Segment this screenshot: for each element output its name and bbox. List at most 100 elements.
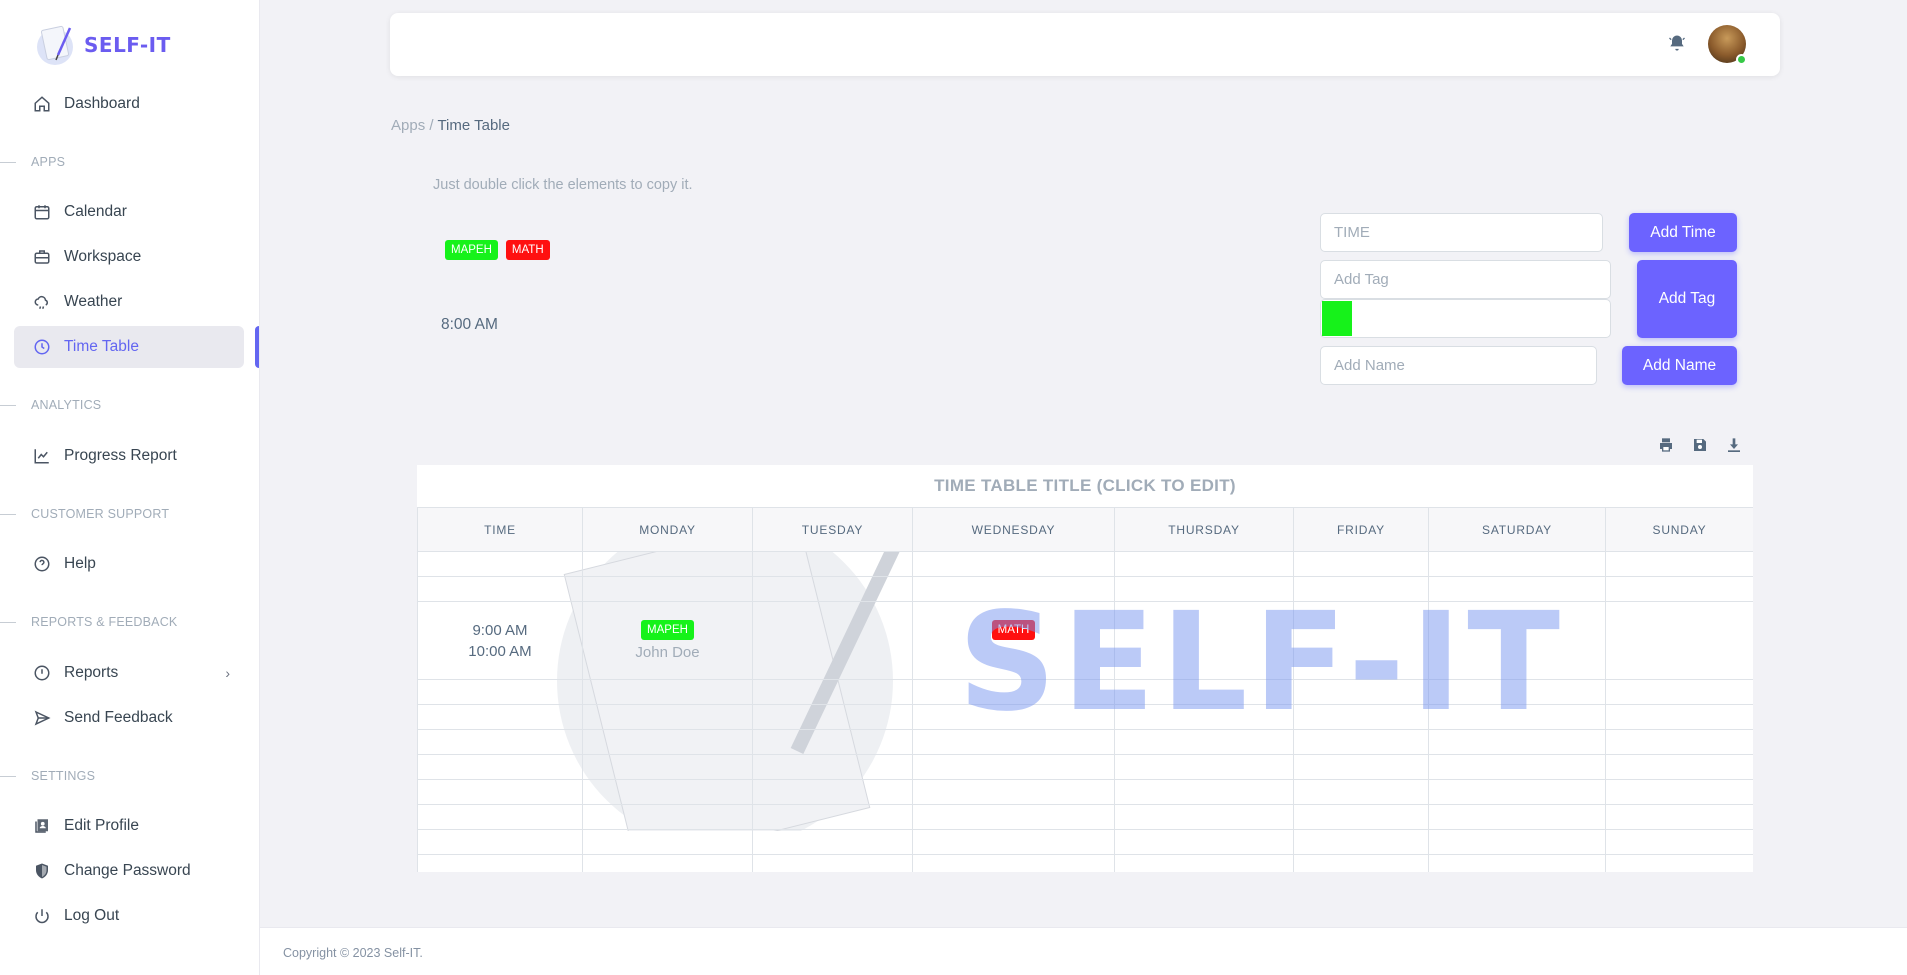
logo-icon	[34, 22, 80, 68]
name-input[interactable]: Add Name	[1320, 346, 1597, 385]
wednesday-cell[interactable]: MATH	[912, 601, 1115, 680]
teacher-name: John Doe	[635, 644, 700, 661]
brand-logo[interactable]: SELF-IT	[34, 22, 171, 68]
sidebar-item-label: Workspace	[64, 248, 142, 265]
sidebar-item-logout[interactable]: Log Out	[14, 895, 244, 937]
header-tuesday: TUESDAY	[752, 507, 913, 552]
header-monday: MONDAY	[582, 507, 753, 552]
time-input[interactable]: TIME	[1320, 213, 1603, 252]
sidebar-item-label: Send Feedback	[64, 709, 173, 726]
alert-circle-icon	[32, 663, 52, 683]
table-row	[417, 829, 1753, 855]
breadcrumb: Apps / Time Table	[391, 117, 510, 134]
header-saturday: SATURDAY	[1428, 507, 1606, 552]
section-apps: APPS	[0, 155, 65, 169]
sidebar-item-label: Weather	[64, 293, 123, 310]
time-cell[interactable]: 9:00 AM 10:00 AM	[417, 601, 583, 680]
sidebar-item-send-feedback[interactable]: Send Feedback	[14, 697, 244, 739]
header-wednesday: WEDNESDAY	[912, 507, 1115, 552]
timetable-header-row: TIME MONDAY TUESDAY WEDNESDAY THURSDAY F…	[417, 507, 1753, 552]
section-settings: SETTINGS	[0, 769, 95, 783]
timetable-toolbar	[1657, 436, 1743, 454]
header-friday: FRIDAY	[1293, 507, 1429, 552]
online-status-dot	[1736, 54, 1747, 65]
sidebar-item-help[interactable]: Help	[14, 543, 244, 585]
send-icon	[32, 708, 52, 728]
active-indicator	[255, 326, 259, 368]
table-row	[417, 551, 1753, 577]
instruction-text: Just double click the elements to copy i…	[433, 177, 693, 193]
saturday-cell[interactable]	[1428, 601, 1606, 680]
tag-input[interactable]: Add Tag	[1320, 260, 1611, 299]
breadcrumb-current: Time Table	[437, 117, 510, 134]
sidebar-item-calendar[interactable]: Calendar	[14, 191, 244, 233]
print-icon[interactable]	[1657, 436, 1675, 454]
header-sunday: SUNDAY	[1605, 507, 1753, 552]
tag-color-picker[interactable]	[1320, 299, 1611, 338]
sidebar-item-timetable[interactable]: Time Table	[14, 326, 244, 368]
table-row	[417, 779, 1753, 805]
monday-cell[interactable]: MAPEH John Doe	[582, 601, 753, 680]
sidebar-item-reports[interactable]: Reports ›	[14, 652, 244, 694]
sidebar-item-weather[interactable]: Weather	[14, 281, 244, 323]
download-icon[interactable]	[1725, 436, 1743, 454]
sidebar-item-label: Dashboard	[64, 95, 140, 112]
time-start: 9:00 AM	[472, 621, 528, 639]
sidebar-item-label: Change Password	[64, 862, 191, 879]
section-reports-feedback: REPORTS & FEEDBACK	[0, 615, 177, 629]
time-chip[interactable]: 8:00 AM	[441, 316, 498, 334]
profile-card-icon	[32, 816, 52, 836]
sunday-cell[interactable]	[1605, 601, 1753, 680]
tag-math[interactable]: MATH	[991, 620, 1036, 640]
table-row	[417, 729, 1753, 755]
cloud-rain-icon	[32, 292, 52, 312]
tag-math[interactable]: MATH	[505, 240, 550, 260]
sidebar-item-label: Edit Profile	[64, 817, 139, 834]
chevron-right-icon: ›	[225, 665, 230, 681]
sidebar-item-label: Help	[64, 555, 96, 572]
selected-color-swatch	[1322, 301, 1352, 336]
save-icon[interactable]	[1691, 436, 1709, 454]
add-tag-button[interactable]: Add Tag	[1637, 260, 1737, 338]
friday-cell[interactable]	[1293, 601, 1429, 680]
sidebar-item-dashboard[interactable]: Dashboard	[14, 83, 244, 125]
sidebar-item-label: Calendar	[64, 203, 127, 220]
help-circle-icon	[32, 554, 52, 574]
sidebar: SELF-IT Dashboard APPS Calendar Workspac…	[0, 0, 260, 975]
time-end: 10:00 AM	[468, 642, 532, 660]
chart-line-icon	[32, 446, 52, 466]
sidebar-item-label: Time Table	[64, 338, 139, 355]
breadcrumb-parent[interactable]: Apps /	[391, 117, 434, 134]
add-name-button[interactable]: Add Name	[1622, 346, 1737, 385]
bell-icon[interactable]	[1667, 33, 1689, 55]
calendar-icon	[32, 202, 52, 222]
sidebar-item-edit-profile[interactable]: Edit Profile	[14, 805, 244, 847]
add-time-button[interactable]: Add Time	[1629, 213, 1737, 252]
section-analytics: ANALYTICS	[0, 398, 101, 412]
shield-icon	[32, 861, 52, 881]
home-icon	[32, 94, 52, 114]
footer: Copyright © 2023 Self-IT.	[260, 927, 1907, 975]
tag-mapeh[interactable]: MAPEH	[641, 620, 694, 640]
table-row	[417, 576, 1753, 602]
copyright-text: Copyright © 2023 Self-IT.	[283, 946, 423, 960]
thursday-cell[interactable]	[1114, 601, 1294, 680]
sidebar-item-label: Log Out	[64, 907, 120, 924]
tag-mapeh[interactable]: MAPEH	[445, 240, 498, 260]
tag-palette: MAPEH MATH	[445, 240, 550, 260]
timetable: TIME TABLE TITLE (CLICK TO EDIT) TIME MO…	[417, 465, 1753, 872]
sidebar-item-change-password[interactable]: Change Password	[14, 850, 244, 892]
header-time: TIME	[417, 507, 583, 552]
top-navbar	[390, 13, 1780, 76]
sidebar-item-label: Reports	[64, 664, 119, 681]
sidebar-item-label: Progress Report	[64, 447, 177, 464]
sidebar-item-workspace[interactable]: Workspace	[14, 236, 244, 278]
briefcase-icon	[32, 247, 52, 267]
sidebar-item-progress-report[interactable]: Progress Report	[14, 435, 244, 477]
table-row	[417, 754, 1753, 780]
section-customer-support: CUSTOMER SUPPORT	[0, 507, 169, 521]
brand-name: SELF-IT	[84, 33, 171, 57]
table-row	[417, 679, 1753, 705]
tuesday-cell[interactable]	[752, 601, 913, 680]
timetable-title[interactable]: TIME TABLE TITLE (CLICK TO EDIT)	[417, 465, 1753, 507]
